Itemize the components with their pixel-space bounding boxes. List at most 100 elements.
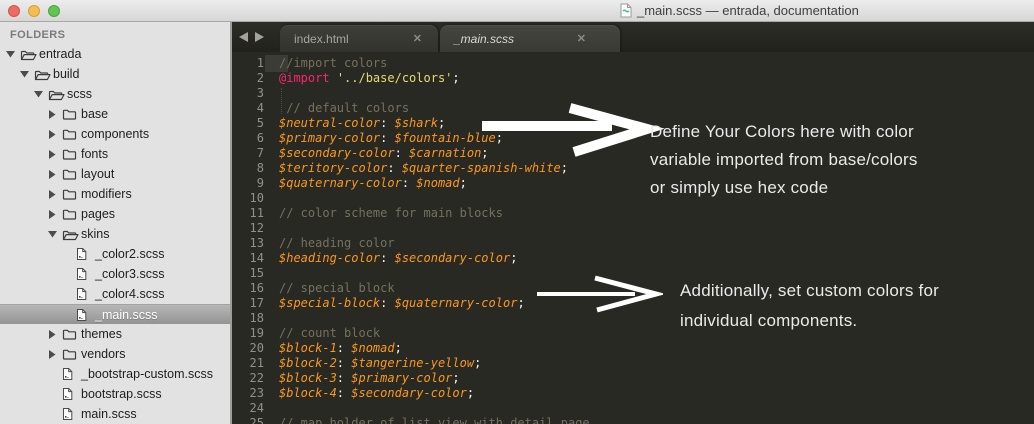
folder-icon xyxy=(62,128,77,140)
code-line-23[interactable]: 23$block-4: $secondary-color; xyxy=(232,386,1034,401)
code-line-3[interactable]: 3 xyxy=(232,86,1034,101)
tab-main-scss[interactable]: _main.scss✕ xyxy=(440,25,620,52)
folder-icon xyxy=(62,208,77,220)
token-plain: : xyxy=(337,371,351,385)
disclosure-slot[interactable] xyxy=(20,70,34,78)
item-icon xyxy=(62,108,81,120)
sidebar-item-label: skins xyxy=(81,227,109,241)
code-line-20[interactable]: 20$block-1: $nomad; xyxy=(232,341,1034,356)
tab-close-icon[interactable]: ✕ xyxy=(577,32,586,45)
disclosure-slot[interactable] xyxy=(34,90,48,98)
tab-nav-arrows xyxy=(238,32,265,42)
file-icon xyxy=(62,367,73,381)
sidebar-item-themes[interactable]: themes xyxy=(0,324,230,344)
sidebar-item-vendors[interactable]: vendors xyxy=(0,344,230,364)
token-var: $nomad xyxy=(351,341,394,355)
window-title: _main.scss — entrada, documentation xyxy=(637,3,859,18)
sidebar-item-color3-scss[interactable]: _color3.scss xyxy=(0,264,230,284)
disclosure-slot[interactable] xyxy=(48,350,62,359)
token-plain: ; xyxy=(438,116,445,130)
annotation-arrow-2-icon xyxy=(535,272,663,317)
disclosure-open-icon xyxy=(20,70,29,78)
sidebar-item-label: fonts xyxy=(81,147,108,161)
disclosure-slot[interactable] xyxy=(48,170,62,179)
token-plain: ; xyxy=(452,371,459,385)
code-line-14[interactable]: 14$heading-color: $secondary-color; xyxy=(232,251,1034,266)
sidebar-item-entrada[interactable]: entrada xyxy=(0,44,230,64)
disclosure-slot[interactable] xyxy=(48,330,62,339)
disclosure-closed-icon xyxy=(48,170,56,179)
token-var: $nomad xyxy=(416,176,459,190)
sidebar-item-label: _color4.scss xyxy=(95,287,164,301)
code-line-24[interactable]: 24 xyxy=(232,401,1034,416)
token-var: $primary-color xyxy=(279,131,380,145)
line-number: 22 xyxy=(232,371,272,386)
disclosure-slot[interactable] xyxy=(48,150,62,159)
token-keyword: @import xyxy=(279,71,330,85)
line-content xyxy=(272,311,279,326)
code-line-1[interactable]: 1//import colors xyxy=(232,56,1034,71)
token-plain: : xyxy=(387,161,401,175)
token-string: '../base/colors' xyxy=(337,71,453,85)
sidebar-item-label: components xyxy=(81,127,149,141)
folder-open-icon xyxy=(34,68,51,81)
sidebar-item-bootstrap-scss[interactable]: bootstrap.scss xyxy=(0,384,230,404)
token-plain: : xyxy=(337,386,351,400)
sidebar-item-skins[interactable]: skins xyxy=(0,224,230,244)
sidebar-item-bootstrap-custom-scss[interactable]: _bootstrap-custom.scss xyxy=(0,364,230,384)
tab-close-icon[interactable]: ✕ xyxy=(413,32,422,45)
minimize-window-button[interactable] xyxy=(28,5,40,17)
tab-scroll-right-icon[interactable] xyxy=(255,32,265,42)
line-number: 9 xyxy=(232,176,272,191)
code-line-11[interactable]: 11// color scheme for main blocks xyxy=(232,206,1034,221)
disclosure-closed-icon xyxy=(48,130,56,139)
token-var: $block-1 xyxy=(279,341,337,355)
token-comment: // count block xyxy=(279,326,380,340)
disclosure-slot[interactable] xyxy=(48,110,62,119)
code-line-2[interactable]: 2@import '../base/colors'; xyxy=(232,71,1034,86)
disclosure-slot[interactable] xyxy=(48,230,62,238)
sidebar-item-components[interactable]: components xyxy=(0,124,230,144)
titlebar: _main.scss — entrada, documentation xyxy=(0,0,1034,22)
line-number: 17 xyxy=(232,296,272,311)
file-icon xyxy=(76,308,87,322)
annotation-1-line-2: variable imported from base/colors xyxy=(650,150,980,178)
tab-index-html[interactable]: index.html✕ xyxy=(280,25,438,52)
close-window-button[interactable] xyxy=(8,5,20,17)
sidebar-item-color2-scss[interactable]: _color2.scss xyxy=(0,244,230,264)
sidebar-item-label: build xyxy=(53,67,79,81)
file-icon xyxy=(76,247,87,261)
sidebar-item-label: entrada xyxy=(39,47,81,61)
item-icon xyxy=(62,228,81,241)
sidebar-item-pages[interactable]: pages xyxy=(0,204,230,224)
sidebar-item-base[interactable]: base xyxy=(0,104,230,124)
code-line-22[interactable]: 22$block-3: $primary-color; xyxy=(232,371,1034,386)
sidebar-item-scss[interactable]: scss xyxy=(0,84,230,104)
disclosure-slot[interactable] xyxy=(48,190,62,199)
line-content: $block-3: $primary-color; xyxy=(272,371,460,386)
token-var: $primary-color xyxy=(351,371,452,385)
sidebar-item-main-scss[interactable]: main.scss xyxy=(0,404,230,424)
sidebar-item-layout[interactable]: layout xyxy=(0,164,230,184)
sidebar-item-build[interactable]: build xyxy=(0,64,230,84)
token-plain: : xyxy=(337,356,351,370)
disclosure-slot[interactable] xyxy=(48,130,62,139)
disclosure-slot[interactable] xyxy=(6,50,20,58)
code-line-12[interactable]: 12 xyxy=(232,221,1034,236)
sidebar-item-main-scss[interactable]: _main.scss xyxy=(0,304,230,324)
window-title-group: _main.scss — entrada, documentation xyxy=(620,3,859,18)
disclosure-slot[interactable] xyxy=(48,210,62,219)
line-content: $block-1: $nomad; xyxy=(272,341,402,356)
tab-scroll-left-icon[interactable] xyxy=(238,32,248,42)
code-line-13[interactable]: 13// heading color xyxy=(232,236,1034,251)
sidebar-item-color4-scss[interactable]: _color4.scss xyxy=(0,284,230,304)
sidebar-item-fonts[interactable]: fonts xyxy=(0,144,230,164)
code-line-25[interactable]: 25// map holder of list view with detail… xyxy=(232,416,1034,424)
sidebar-item-modifiers[interactable]: modifiers xyxy=(0,184,230,204)
sidebar-item-label: themes xyxy=(81,327,122,341)
item-icon xyxy=(62,148,81,160)
zoom-window-button[interactable] xyxy=(48,5,60,17)
code-line-21[interactable]: 21$block-2: $tangerine-yellow; xyxy=(232,356,1034,371)
line-number: 13 xyxy=(232,236,272,251)
token-var: $teritory-color xyxy=(279,161,387,175)
